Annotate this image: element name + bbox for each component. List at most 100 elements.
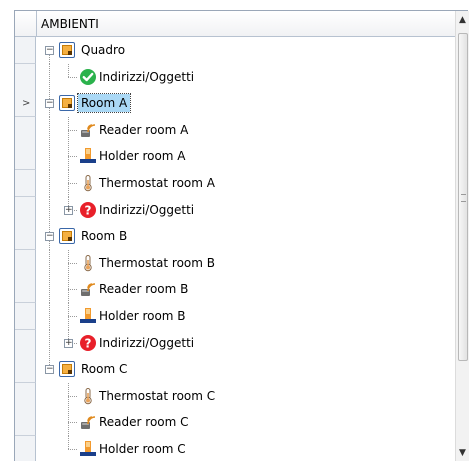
row-selector[interactable] (15, 329, 36, 357)
tree-cell[interactable]: Thermostat room C (36, 382, 455, 410)
tree-node-label[interactable]: Holder room A (99, 149, 186, 163)
tree-row[interactable]: +? Indirizzi/Oggetti (15, 329, 455, 357)
tree-node-label[interactable]: Holder room C (99, 442, 186, 456)
tree-cell[interactable]: Reader room C (36, 409, 455, 437)
tree-row[interactable]: Thermostat room B (15, 249, 455, 277)
scroll-grip-icon (461, 194, 466, 202)
tree-cell[interactable]: Reader room A (36, 116, 455, 144)
tree-cell[interactable]: Thermostat room A (36, 170, 455, 197)
collapse-icon[interactable]: − (45, 46, 54, 55)
tree-connector (49, 116, 50, 144)
row-selector[interactable] (15, 196, 36, 224)
svg-text:?: ? (85, 336, 92, 350)
tree-connector (68, 262, 77, 264)
scroll-up-arrow-icon[interactable]: ▲ (459, 15, 466, 25)
tree-cell[interactable]: − Quadro (36, 37, 455, 64)
row-selector[interactable] (15, 170, 36, 197)
tree-row[interactable]: Holder room B (15, 303, 455, 330)
row-selector[interactable] (15, 303, 36, 330)
thermostat-icon (79, 174, 97, 192)
tree-connector (68, 183, 77, 184)
tree-node-label[interactable]: Room A (76, 93, 132, 114)
scroll-thumb[interactable] (458, 33, 468, 361)
scroll-down-arrow-icon[interactable]: ▼ (459, 448, 466, 458)
tree-node-label[interactable]: Indirizzi/Oggetti (99, 336, 194, 350)
collapse-icon[interactable]: − (45, 365, 54, 375)
tree-cell[interactable]: − Room C (36, 356, 455, 383)
row-selector[interactable] (15, 276, 36, 304)
thermostat-icon (79, 387, 97, 405)
current-row-arrow-icon: > (22, 98, 31, 110)
tree-row[interactable]: − Quadro (15, 37, 455, 64)
tree-node-label[interactable]: Reader room B (99, 282, 188, 296)
tree-node-label[interactable]: Thermostat room C (99, 389, 215, 403)
tree-cell[interactable]: Thermostat room B (36, 249, 455, 277)
column-header[interactable]: AMBIENTI (15, 11, 455, 37)
tree-node-label[interactable]: Indirizzi/Oggetti (99, 70, 194, 84)
tree-cell[interactable]: Holder room C (36, 436, 455, 461)
tree-row[interactable]: Indirizzi/Oggetti (15, 63, 455, 91)
tree-node-label[interactable]: Holder room B (99, 309, 186, 323)
collapse-icon[interactable]: − (45, 232, 54, 242)
tree-cell[interactable]: +? Indirizzi/Oggetti (36, 196, 455, 224)
row-selector[interactable] (15, 356, 36, 384)
tree-row[interactable]: − Room B (15, 223, 455, 251)
tree-node-label[interactable]: Thermostat room B (99, 256, 215, 270)
check-icon (79, 68, 97, 86)
tree-node-label[interactable]: Quadro (81, 43, 125, 57)
tree-cell[interactable]: − Room B (36, 223, 455, 251)
row-selector[interactable] (15, 143, 36, 171)
tree-row[interactable]: Thermostat room C (15, 382, 455, 410)
row-selector[interactable] (15, 436, 36, 461)
tree-node-label[interactable]: Room C (81, 362, 127, 376)
row-selector[interactable] (15, 116, 36, 144)
tree-cell[interactable]: Reader room B (36, 276, 455, 304)
expand-icon[interactable]: + (64, 338, 73, 348)
tree-node-label[interactable]: Reader room C (99, 415, 189, 429)
tree-connector (68, 449, 77, 450)
row-selector[interactable] (15, 223, 36, 251)
vertical-scrollbar[interactable]: ▲ ▼ (455, 11, 469, 461)
tree-cell[interactable]: +? Indirizzi/Oggetti (36, 329, 455, 357)
tree-node-label[interactable]: Thermostat room A (99, 176, 215, 190)
tree-node-label[interactable]: Room B (81, 229, 127, 243)
tree-row[interactable]: +? Indirizzi/Oggetti (15, 196, 455, 224)
tree-cell[interactable]: Holder room A (36, 143, 455, 171)
tree-row[interactable]: Reader room A (15, 116, 455, 144)
question-error-icon: ? (79, 334, 97, 352)
column-header-title: AMBIENTI (41, 17, 99, 31)
row-selector[interactable] (15, 37, 36, 64)
collapse-icon[interactable]: − (45, 99, 54, 109)
room-icon (59, 361, 75, 378)
tree-connector (68, 316, 77, 317)
tree-cell[interactable]: Holder room B (36, 303, 455, 330)
tree-row[interactable]: Reader room B (15, 276, 455, 304)
tree-grid[interactable]: AMBIENTI − Quadro Indirizzi/Oggetti > − Room … (0, 0, 469, 461)
tree-row[interactable]: Holder room A (15, 143, 455, 171)
row-selector[interactable]: > (15, 90, 36, 118)
tree-row[interactable]: Thermostat room A (15, 170, 455, 197)
tree-node-label[interactable]: Reader room A (99, 123, 188, 137)
row-selector[interactable] (15, 382, 36, 410)
tree-connector (49, 329, 50, 357)
question-error-icon: ? (79, 201, 97, 219)
row-selector[interactable] (15, 249, 36, 277)
tree-connector (68, 129, 77, 131)
tree-row[interactable]: Reader room C (15, 409, 455, 437)
expand-icon[interactable]: + (64, 205, 73, 215)
tree-row[interactable]: − Room C (15, 356, 455, 384)
card-holder-icon (79, 440, 97, 458)
row-selector-header (15, 11, 37, 36)
top-strip (0, 0, 469, 10)
tree-node-label[interactable]: Indirizzi/Oggetti (99, 203, 194, 217)
thermostat-icon (79, 254, 97, 272)
tree-cell[interactable]: Indirizzi/Oggetti (36, 63, 455, 91)
tree-cell[interactable]: − Room A (36, 90, 455, 118)
row-selector[interactable] (15, 409, 36, 437)
room-icon (59, 228, 75, 245)
row-selector[interactable] (15, 63, 36, 91)
tree-row[interactable]: > − Room A (15, 90, 455, 118)
svg-text:?: ? (85, 203, 92, 217)
tree-row[interactable]: Holder room C (15, 436, 455, 461)
tree-connector (68, 156, 77, 158)
